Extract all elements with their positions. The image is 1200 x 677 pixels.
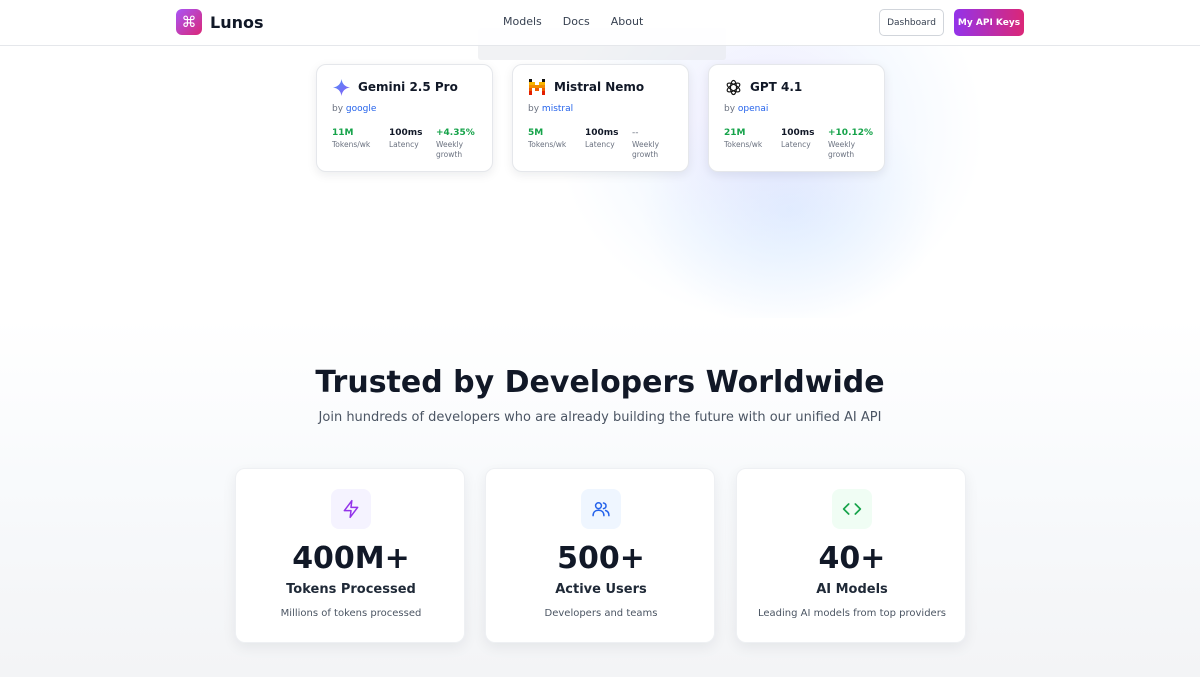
nav-link-about[interactable]: About [611, 15, 644, 28]
users-icon [581, 489, 621, 529]
model-name: Gemini 2.5 Pro [358, 80, 458, 94]
by-label: by [528, 104, 540, 114]
brand-logo[interactable]: ⌘ Lunos [176, 9, 264, 35]
tokens-stat: 5M Tokens/wk [528, 128, 580, 150]
latency-value: 100ms [781, 128, 815, 138]
latency-stat: 100ms Latency [389, 128, 441, 150]
my-api-keys-button[interactable]: My API Keys [954, 9, 1024, 36]
stat-title: Active Users [555, 582, 647, 597]
model-provider-line: by openai [724, 104, 768, 114]
stat-card-users: 500+ Active Users Developers and teams [485, 468, 715, 643]
stat-description: Leading AI models from top providers [757, 608, 947, 619]
growth-value: +10.12% [828, 128, 874, 138]
nav-links: Models Docs About [503, 15, 664, 28]
growth-stat: -- Weekly growth [632, 128, 676, 160]
tokens-label: Tokens/wk [332, 140, 371, 149]
growth-label: Weekly growth [436, 140, 464, 159]
lightning-icon [331, 489, 371, 529]
latency-value: 100ms [585, 128, 619, 138]
tokens-value: 21M [724, 128, 746, 138]
tokens-stat: 21M Tokens/wk [724, 128, 776, 150]
growth-stat: +4.35% Weekly growth [436, 128, 480, 160]
tokens-stat: 11M Tokens/wk [332, 128, 384, 150]
latency-stat: 100ms Latency [781, 128, 833, 150]
latency-label: Latency [389, 140, 419, 149]
nav-link-models[interactable]: Models [503, 15, 542, 28]
latency-stat: 100ms Latency [585, 128, 637, 150]
stat-description: Millions of tokens processed [280, 608, 422, 619]
growth-label: Weekly growth [632, 140, 660, 159]
brand-name: Lunos [210, 12, 264, 32]
mistral-logo-icon [528, 78, 546, 96]
section-subheading: Join hundreds of developers who are alre… [318, 410, 882, 425]
model-card-header: Mistral Nemo [528, 78, 644, 96]
latency-value: 100ms [389, 128, 423, 138]
tokens-value: 11M [332, 128, 354, 138]
model-name: Mistral Nemo [554, 80, 645, 94]
stat-title: AI Models [816, 582, 888, 597]
tokens-label: Tokens/wk [528, 140, 567, 149]
dashboard-button[interactable]: Dashboard [879, 9, 944, 36]
stat-card-models: 40+ AI Models Leading AI models from top… [736, 468, 966, 643]
growth-label: Weekly growth [828, 140, 856, 159]
by-label: by [724, 104, 736, 114]
growth-value: -- [632, 128, 639, 138]
provider-link[interactable]: google [346, 104, 376, 114]
nav-link-docs[interactable]: Docs [563, 15, 590, 28]
section-heading: Trusted by Developers Worldwide [315, 365, 885, 400]
tokens-label: Tokens/wk [724, 140, 763, 149]
stat-value: 400M+ [292, 541, 410, 576]
growth-stat: +10.12% Weekly growth [828, 128, 874, 160]
command-icon: ⌘ [176, 9, 202, 35]
model-card-header: Gemini 2.5 Pro [332, 78, 458, 96]
model-name: GPT 4.1 [750, 80, 803, 94]
stat-title: Tokens Processed [286, 582, 416, 597]
stat-description: Developers and teams [544, 608, 658, 619]
stat-card-tokens: 400M+ Tokens Processed Millions of token… [235, 468, 465, 643]
stat-value: 500+ [557, 541, 645, 576]
by-label: by [332, 104, 344, 114]
model-card-gemini[interactable]: Gemini 2.5 Pro by google 11M Tokens/wk 1… [316, 64, 493, 172]
model-card-header: GPT 4.1 [724, 78, 802, 96]
provider-link[interactable]: mistral [542, 104, 573, 114]
model-card-gpt[interactable]: GPT 4.1 by openai 21M Tokens/wk 100ms La… [708, 64, 885, 172]
code-icon [832, 489, 872, 529]
latency-label: Latency [585, 140, 615, 149]
stat-value: 40+ [818, 541, 886, 576]
model-card-mistral[interactable]: Mistral Nemo by mistral 5M Tokens/wk 100… [512, 64, 689, 172]
tokens-value: 5M [528, 128, 544, 138]
top-navbar: ⌘ Lunos Models Docs About Dashboard My A… [0, 0, 1200, 46]
gemini-sparkle-icon [332, 78, 350, 96]
model-provider-line: by mistral [528, 104, 573, 114]
provider-link[interactable]: openai [738, 104, 768, 114]
latency-label: Latency [781, 140, 811, 149]
openai-logo-icon [724, 78, 742, 96]
model-provider-line: by google [332, 104, 376, 114]
growth-value: +4.35% [436, 128, 475, 138]
